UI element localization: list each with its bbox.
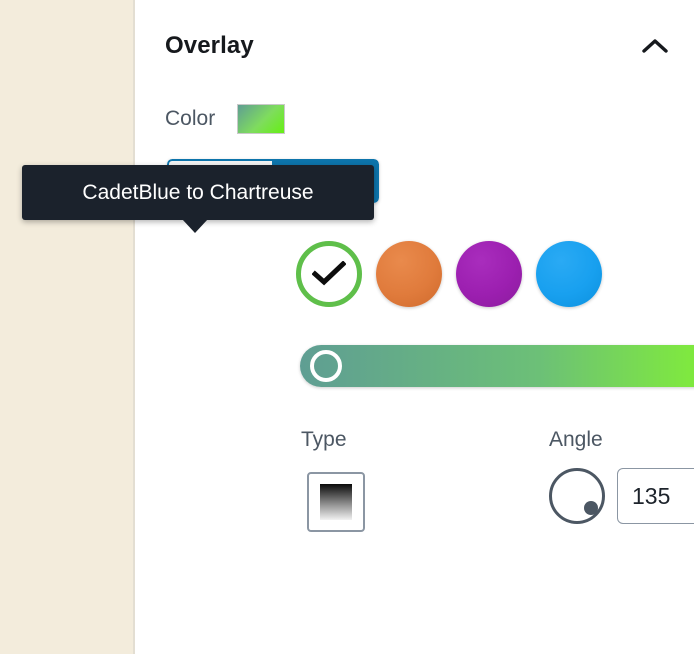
preset-swatch-green-selected[interactable] [296,241,362,307]
preset-swatch-list [296,241,602,307]
type-option-linear[interactable] [307,472,365,532]
page-title: Overlay [165,32,254,59]
tooltip: CadetBlue to Chartreuse [22,165,374,220]
type-option-radial[interactable] [387,478,435,526]
gradient-swatch[interactable] [237,104,286,134]
check-icon [312,261,346,287]
angle-dial-icon[interactable] [549,468,605,524]
preset-swatch-orange[interactable] [376,241,442,307]
collapse-panel-button[interactable] [638,29,672,63]
linear-gradient-icon [320,484,352,520]
overlay-panel-screen: Overlay Color Type Angle 135 CadetBlue t… [0,0,694,654]
type-field-label: Type [301,428,347,451]
color-field-row: Color [165,104,286,134]
angle-input[interactable] [617,468,694,524]
preset-swatch-blue[interactable] [536,241,602,307]
angle-dial-handle[interactable] [584,501,598,515]
gradient-stop-slider[interactable] [300,345,694,387]
angle-field-label: Angle [549,428,603,451]
overlay-settings-panel: Overlay Color Type Angle 135 [135,0,694,654]
chevron-up-icon [642,38,668,54]
gradient-stop-start[interactable] [309,350,342,382]
tooltip-arrow [182,219,208,233]
panel-header: Overlay [135,0,694,92]
tooltip-label: CadetBlue to Chartreuse [82,180,314,204]
preset-swatch-purple[interactable] [456,241,522,307]
canvas-backdrop [0,0,133,654]
color-field-label: Color [165,107,216,130]
